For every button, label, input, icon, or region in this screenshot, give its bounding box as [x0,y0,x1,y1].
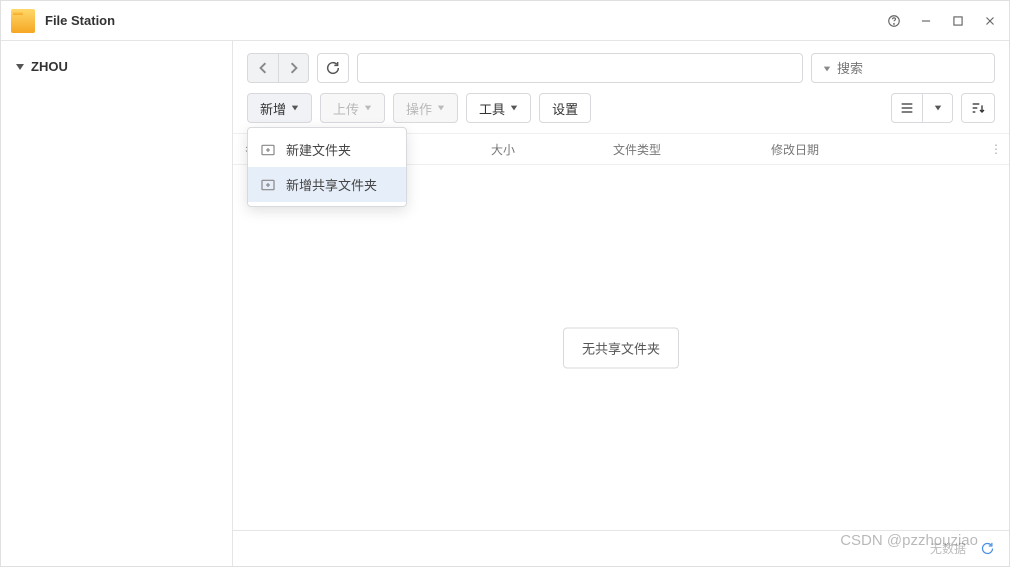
caret-down-icon [291,104,299,112]
folder-plus-icon [260,177,276,193]
help-icon[interactable] [885,12,903,30]
action-label: 操作 [406,99,432,118]
caret-down-icon [437,104,445,112]
search-caret-icon [823,61,831,76]
upload-button: 上传 [320,93,385,123]
col-size[interactable]: 大小 [479,141,601,158]
search-input[interactable] [837,61,1010,76]
file-station-window: File Station ZHOU [0,0,1010,567]
folder-plus-icon [260,142,276,158]
toolbar-nav [233,41,1009,89]
list-view-button[interactable] [892,94,922,122]
app-title: File Station [45,13,115,28]
folder-app-icon [11,9,35,33]
new-dropdown: 新建文件夹 新增共享文件夹 [247,127,407,207]
column-menu-icon[interactable]: ⋮ [983,142,1009,156]
search-box[interactable] [811,53,995,83]
col-type[interactable]: 文件类型 [601,141,759,158]
window-controls [885,12,999,30]
tree-root-node[interactable]: ZHOU [9,55,224,78]
forward-button[interactable] [278,54,308,82]
empty-state: 无共享文件夹 [563,327,679,368]
titlebar: File Station [1,1,1009,41]
new-label: 新增 [260,99,286,118]
back-button[interactable] [248,54,278,82]
upload-label: 上传 [333,99,359,118]
caret-down-icon [15,62,25,72]
dropdown-item-new-shared-folder[interactable]: 新增共享文件夹 [248,167,406,202]
nav-group [247,53,309,83]
toolbar-right [891,93,995,123]
dropdown-item-new-folder[interactable]: 新建文件夹 [248,132,406,167]
footer-refresh-icon[interactable] [980,541,995,556]
content-area: 无共享文件夹 [233,165,1009,530]
tree-root-label: ZHOU [31,59,68,74]
tools-button[interactable]: 工具 [466,93,531,123]
tools-label: 工具 [479,99,505,118]
new-button[interactable]: 新增 [247,93,312,123]
action-button: 操作 [393,93,458,123]
main-panel: 新增 上传 操作 工具 设置 [233,41,1009,566]
dropdown-item-label: 新建文件夹 [286,140,351,159]
caret-down-icon [364,104,372,112]
body: ZHOU 新增 [1,41,1009,566]
path-input[interactable] [357,53,803,83]
settings-button[interactable]: 设置 [539,93,591,123]
reload-button[interactable] [317,53,349,83]
maximize-icon[interactable] [949,12,967,30]
sort-button[interactable] [961,93,995,123]
footer-status: 无数据 [930,540,966,557]
caret-down-icon [510,104,518,112]
footer: 无数据 [233,530,1009,566]
col-date[interactable]: 修改日期 [759,141,983,158]
sidebar: ZHOU [1,41,233,566]
view-mode-dropdown[interactable] [922,94,952,122]
close-icon[interactable] [981,12,999,30]
dropdown-item-label: 新增共享文件夹 [286,175,377,194]
toolbar-actions: 新增 上传 操作 工具 设置 [233,89,1009,133]
minimize-icon[interactable] [917,12,935,30]
view-mode-group [891,93,953,123]
settings-label: 设置 [552,99,578,118]
